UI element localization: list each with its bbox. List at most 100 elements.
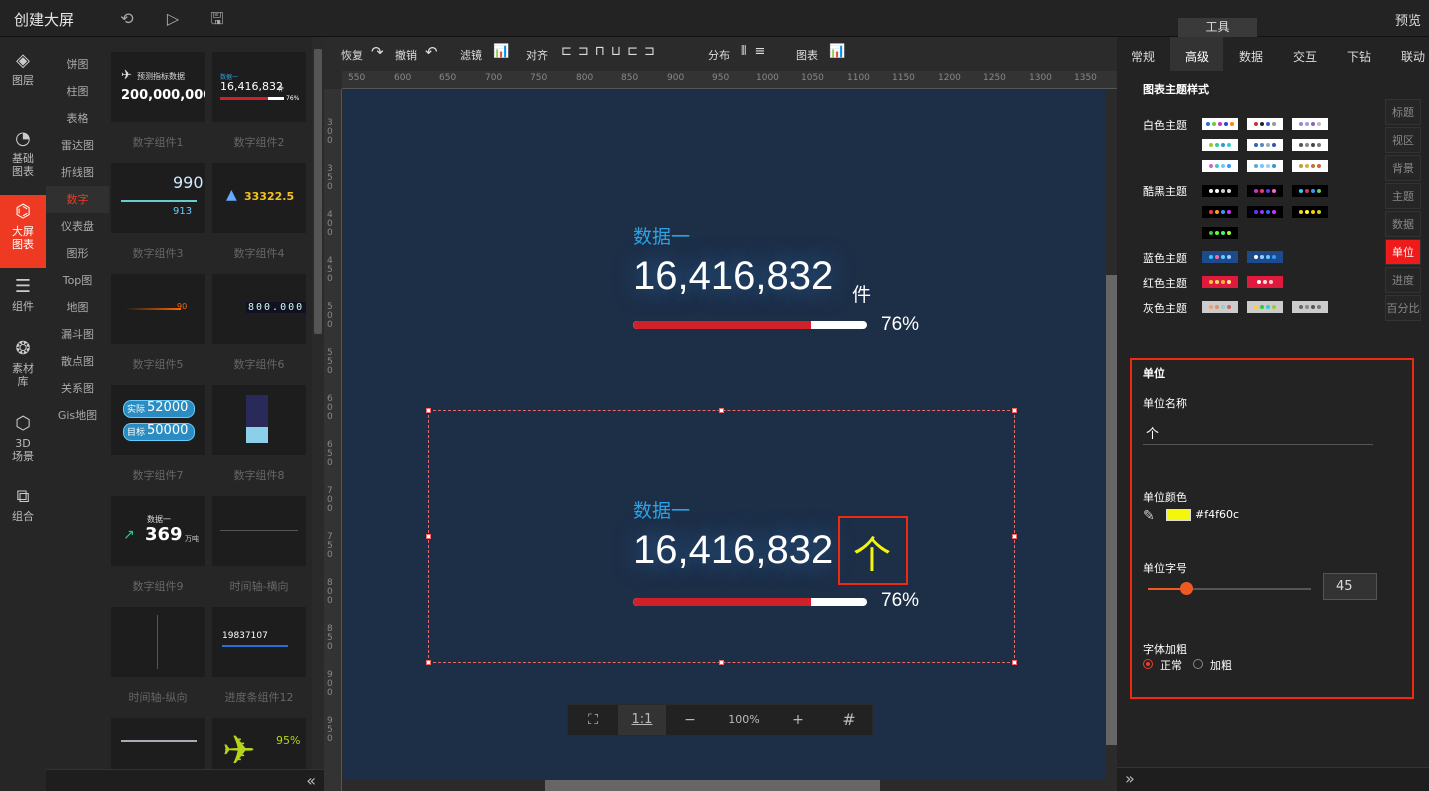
category-item[interactable]: 仪表盘 (46, 213, 109, 240)
side-tab-title[interactable]: 标题 (1385, 99, 1421, 125)
theme-swatch[interactable] (1292, 206, 1328, 218)
theme-swatch[interactable] (1202, 251, 1238, 263)
tab-drilldown[interactable]: 下钻 (1347, 48, 1371, 65)
theme-swatch[interactable] (1202, 160, 1238, 172)
category-item[interactable]: 表格 (46, 105, 109, 132)
unit-size-slider-knob[interactable] (1180, 582, 1193, 595)
resize-handle[interactable] (1012, 408, 1017, 413)
category-item[interactable]: 饼图 (46, 51, 109, 78)
back-icon[interactable]: ⟲ (118, 10, 136, 28)
category-item[interactable]: 图形 (46, 240, 109, 267)
theme-swatch[interactable] (1202, 227, 1238, 239)
gallery-thumb[interactable]: ✈ 预测指标数据 200,000,000 (111, 52, 205, 122)
tab-advanced[interactable]: 高级 (1185, 48, 1209, 65)
side-tab-data[interactable]: 数据 (1385, 211, 1421, 237)
theme-swatch[interactable] (1247, 160, 1283, 172)
category-item[interactable]: Gis地图 (46, 402, 109, 429)
theme-swatch[interactable] (1202, 276, 1238, 288)
gallery-scroll-thumb[interactable] (314, 49, 322, 334)
nav-3d-scene[interactable]: ⬡ 3D场景 (0, 414, 46, 464)
eyedropper-icon[interactable]: ✎ (1143, 508, 1155, 524)
nav-basic-charts[interactable]: ◔ 基础图表 (0, 129, 46, 179)
nav-components[interactable]: ☰ 组件 (0, 277, 46, 314)
gallery-thumb[interactable]: 数据一 16,416,832 件 76% (212, 52, 306, 122)
undo-icon[interactable]: ↶ (425, 43, 438, 61)
widget-value[interactable]: 16,416,832 (633, 528, 833, 573)
category-item[interactable]: Top图 (46, 267, 109, 294)
undo-button[interactable]: 撤销 (395, 47, 417, 63)
unit-size-input[interactable]: 45 (1323, 573, 1377, 600)
side-tab-progress[interactable]: 进度 (1385, 267, 1421, 293)
gallery-thumb[interactable]: 数据一 ↗ 369 万吨 (111, 496, 205, 566)
nav-combine[interactable]: ⧉ 组合 (0, 487, 46, 524)
gallery-thumb[interactable] (111, 718, 205, 769)
preview-button[interactable]: 预览 (1395, 10, 1421, 29)
radio-normal[interactable] (1143, 659, 1153, 669)
gallery-thumb[interactable]: 19837107 (212, 607, 306, 677)
nav-dashboard-charts[interactable]: ⌬ 大屏图表 (0, 195, 46, 268)
play-icon[interactable]: ▷ (164, 10, 182, 28)
gallery-thumb[interactable] (212, 385, 306, 455)
theme-swatch[interactable] (1202, 118, 1238, 130)
resize-handle[interactable] (719, 660, 724, 665)
gallery-thumb[interactable]: ▲ 33322.5 (212, 163, 306, 233)
resize-handle[interactable] (426, 660, 431, 665)
category-item[interactable]: 折线图 (46, 159, 109, 186)
side-tab-percent[interactable]: 百分比 (1385, 295, 1421, 321)
collapse-right-icon[interactable]: » (1125, 769, 1135, 788)
zoom-out-icon[interactable]: − (666, 705, 714, 735)
theme-swatch[interactable] (1202, 185, 1238, 197)
category-item[interactable]: 柱图 (46, 78, 109, 105)
align-icons[interactable]: ⊏⊐⊓⊔⊏⊐ (561, 44, 661, 59)
fit-screen-icon[interactable]: ⛶ (568, 705, 618, 735)
category-item[interactable]: 雷达图 (46, 132, 109, 159)
theme-swatch[interactable] (1247, 206, 1283, 218)
stage-vertical-scrollbar[interactable] (1106, 90, 1117, 780)
side-tab-unit[interactable]: 单位 (1385, 239, 1421, 265)
gallery-thumb[interactable]: ✈ 95% (212, 718, 306, 769)
category-item[interactable]: 散点图 (46, 348, 109, 375)
align-button[interactable]: 对齐 (526, 47, 548, 63)
category-item[interactable]: 地图 (46, 294, 109, 321)
tab-general[interactable]: 常规 (1131, 48, 1155, 65)
tab-linkage[interactable]: 联动 (1401, 48, 1425, 65)
gallery-thumb[interactable] (212, 496, 306, 566)
collapse-left-icon[interactable]: « (306, 771, 316, 790)
theme-swatch[interactable] (1202, 206, 1238, 218)
tab-data[interactable]: 数据 (1239, 48, 1263, 65)
theme-swatch[interactable] (1247, 251, 1283, 263)
gallery-thumb[interactable]: 90 (111, 274, 205, 344)
resize-handle[interactable] (1012, 534, 1017, 539)
zoom-in-icon[interactable]: + (774, 705, 822, 735)
theme-swatch[interactable] (1247, 276, 1283, 288)
chart-button[interactable]: 图表 (796, 47, 818, 63)
gallery-thumb[interactable]: 990 913 (111, 163, 205, 233)
theme-swatch[interactable] (1202, 301, 1238, 313)
gallery-thumb[interactable]: 实际 52000 目标 50000 (111, 385, 205, 455)
gallery-scrollbar[interactable] (312, 37, 324, 769)
filter-button[interactable]: 滤镜 (460, 47, 482, 63)
theme-swatch[interactable] (1247, 301, 1283, 313)
theme-swatch[interactable] (1247, 139, 1283, 151)
ratio-button[interactable]: 1:1 (618, 705, 666, 735)
radio-bold[interactable] (1193, 659, 1203, 669)
tools-tab[interactable]: 工具 (1178, 18, 1257, 37)
unit-color-swatch[interactable] (1166, 509, 1191, 521)
distribute-button[interactable]: 分布 (708, 47, 730, 63)
resize-handle[interactable] (719, 408, 724, 413)
chart-icon[interactable]: 📊 (829, 44, 845, 59)
scroll-thumb[interactable] (1106, 275, 1117, 745)
theme-swatch[interactable] (1202, 139, 1238, 151)
theme-swatch[interactable] (1292, 160, 1328, 172)
unit-name-input[interactable]: 个 (1143, 424, 1373, 445)
theme-swatch[interactable] (1292, 301, 1328, 313)
widget-value[interactable]: 16,416,832 (633, 254, 833, 299)
category-item-active[interactable]: 数字 (46, 186, 109, 213)
nav-materials[interactable]: ❂ 素材库 (0, 339, 46, 389)
save-icon[interactable]: 🖫 (208, 10, 226, 28)
grid-icon[interactable]: # (824, 705, 874, 735)
category-item[interactable]: 关系图 (46, 375, 109, 402)
redo-button[interactable]: 恢复 (341, 47, 363, 63)
stage-horizontal-scrollbar[interactable] (343, 780, 1106, 791)
side-tab-viewport[interactable]: 视区 (1385, 127, 1421, 153)
